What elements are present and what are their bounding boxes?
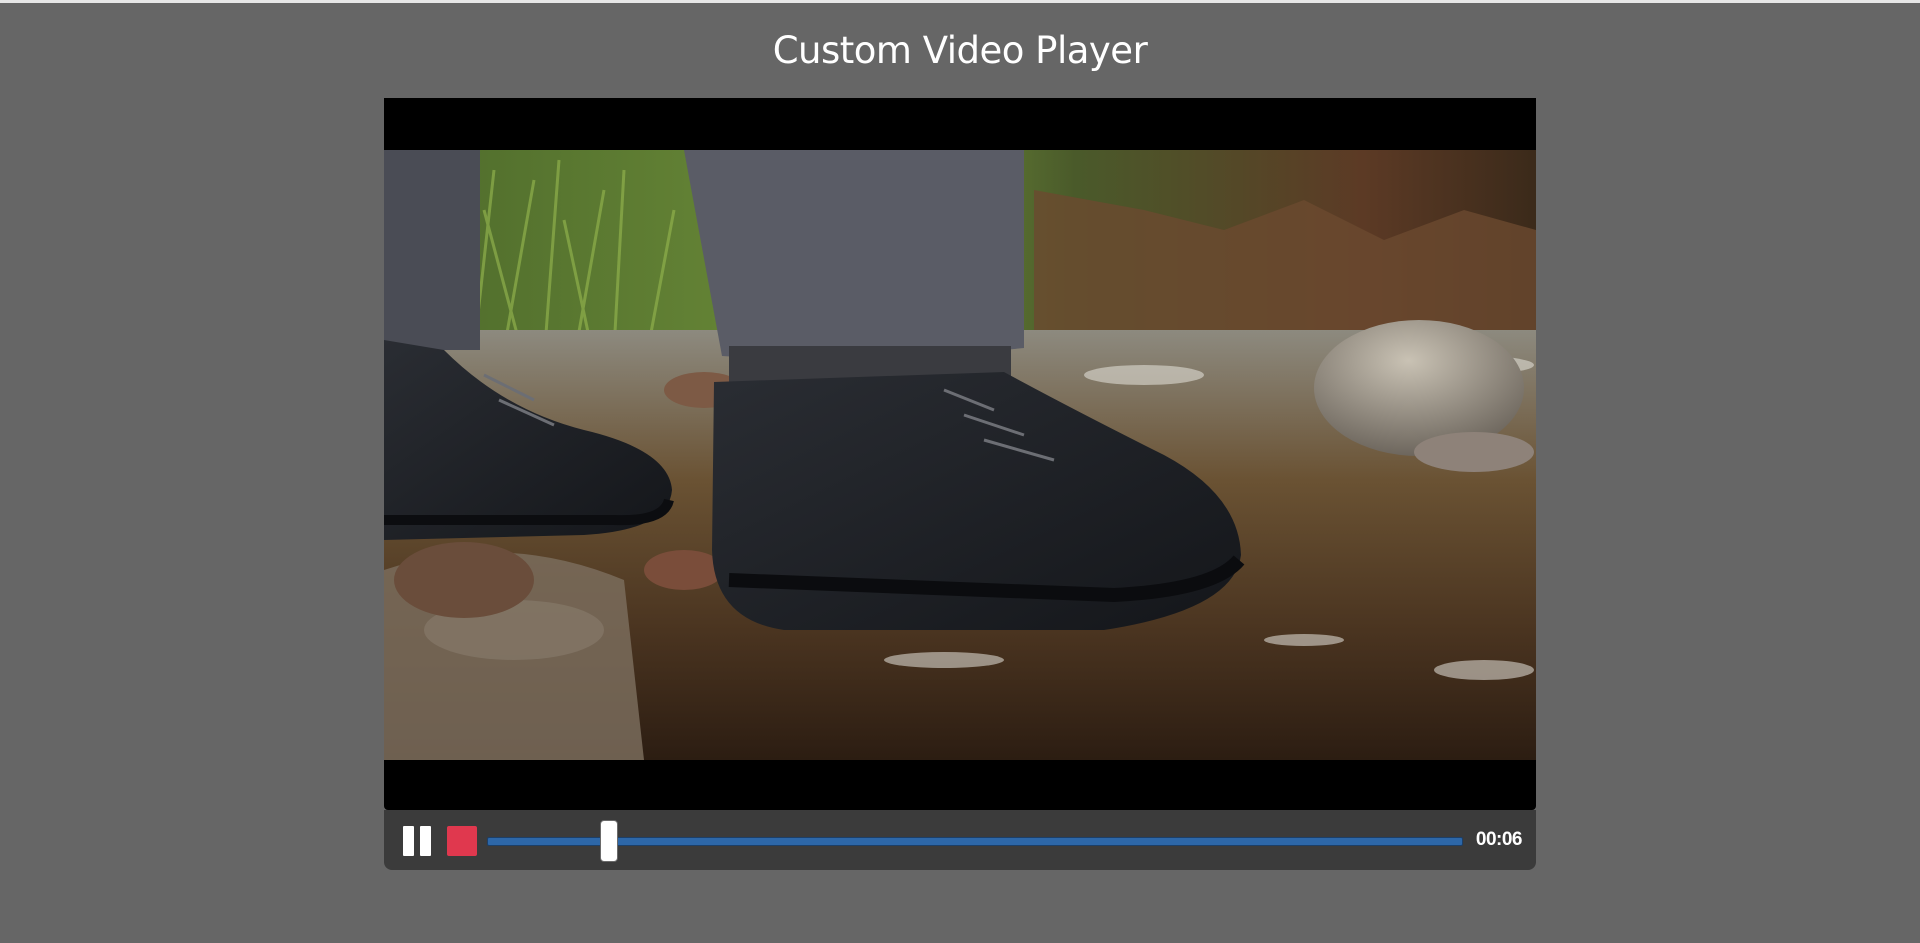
player-controls: 00:06 [384,810,1536,870]
pause-button[interactable] [402,826,432,856]
video-player: 00:06 [384,98,1536,870]
page-title: Custom Video Player [772,29,1148,72]
stop-button[interactable] [447,826,477,856]
pause-icon [403,826,414,856]
progress-slider[interactable] [487,820,1465,862]
pause-icon-bar [420,826,431,856]
progress-thumb[interactable] [600,820,618,862]
time-display: 00:06 [1475,829,1523,850]
video-frame-image [384,150,1536,760]
video-display[interactable] [384,98,1536,810]
browser-top-edge [0,0,1920,3]
progress-bar[interactable] [487,837,1463,846]
